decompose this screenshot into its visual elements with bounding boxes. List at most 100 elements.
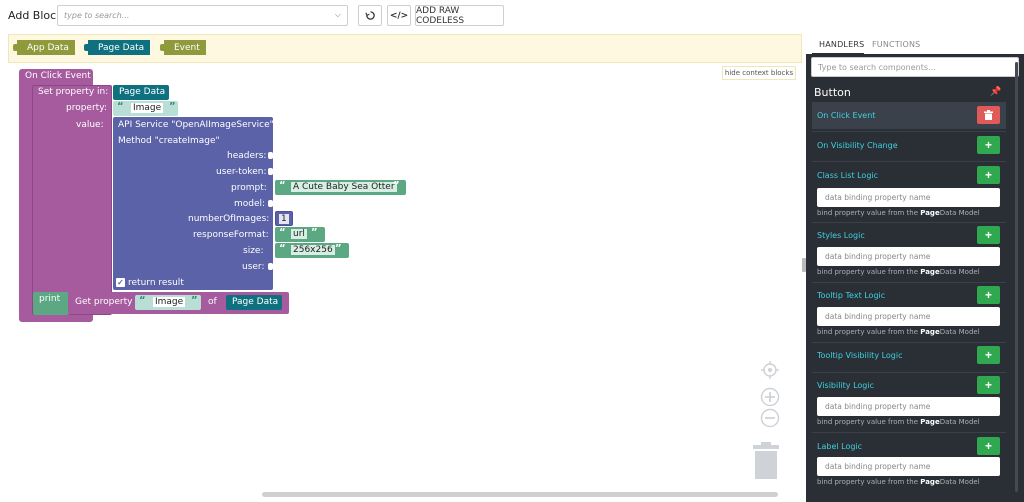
add-handler-button[interactable]: + [977,437,1000,455]
quote-open-icon: “ [279,180,286,191]
size-string-block[interactable]: “ 256x256 ” [275,243,349,258]
on-click-event-title: On Click Event [25,71,91,81]
number-of-images-block[interactable]: 1 [275,211,293,226]
get-property-value[interactable]: Image [153,297,186,307]
handler-class-list-logic[interactable]: Class List Logic [817,171,878,180]
handler-visibility-logic[interactable]: Visibility Logic [817,381,874,390]
set-property-label: Set property in: [38,87,109,97]
print-label: print [39,294,61,304]
class-list-binding-input[interactable]: data binding property name [817,188,1000,207]
hint-bold: Page [920,209,940,217]
property-string-block[interactable]: “ Image ” [113,101,178,116]
tooltip-text-binding-input[interactable]: data binding property name [817,307,1000,326]
hint-prefix: bind property value from the [817,209,921,217]
hint-bold: Page [920,418,940,426]
hint-suffix: Data Model [939,478,980,486]
horizontal-scrollbar[interactable] [262,492,778,497]
trash-icon[interactable] [752,442,780,480]
add-handler-button[interactable]: + [977,286,1000,304]
zoom-in-icon[interactable] [760,387,780,407]
context-block-app-data[interactable]: App Data [13,40,75,55]
trash-icon [984,110,993,120]
get-page-data-label: Page Data [232,297,279,307]
quote-open-icon: “ [117,101,124,112]
hint-prefix: bind property value from the [817,268,921,276]
number-of-images-label: numberOfImages: [188,214,270,224]
number-of-images-value[interactable]: 1 [279,214,289,224]
size-value[interactable]: 256x256 [291,245,335,255]
get-property-string-block[interactable]: “ Image ” [135,295,201,310]
user-socket[interactable] [268,263,273,270]
binding-hint: bind property value from the PageData Mo… [817,209,980,217]
add-handler-button[interactable]: + [977,166,1000,184]
divider [812,282,1006,283]
handler-label-logic[interactable]: Label Logic [817,442,862,451]
add-handler-button[interactable]: + [977,376,1000,394]
quote-open-icon: “ [279,243,286,254]
recenter-icon[interactable] [760,360,780,380]
component-search-input[interactable]: Type to search components... [811,57,1019,77]
add-handler-button[interactable]: + [977,226,1000,244]
quote-open-icon: “ [139,295,146,306]
prompt-value[interactable]: A Cute Baby Sea Otter [291,182,397,192]
size-label: size: [243,246,264,256]
hint-suffix: Data Model [939,418,980,426]
add-handler-button[interactable]: + [977,136,1000,154]
handler-on-visibility-change[interactable]: On Visibility Change [817,141,898,150]
of-label: of [208,297,217,307]
prompt-string-block[interactable]: “ A Cute Baby Sea Otter ” [275,180,406,195]
property-label: property: [66,103,107,113]
property-value[interactable]: Image [131,103,164,113]
history-icon [364,11,375,20]
handler-tooltip-visibility-logic[interactable]: Tooltip Visibility Logic [817,351,903,360]
handler-on-click-event[interactable]: On Click Event [817,111,875,120]
context-block-page-data[interactable]: Page Data [84,40,151,55]
context-block-event[interactable]: Event [160,40,206,55]
binding-placeholder: data binding property name [825,462,931,471]
add-handler-button[interactable]: + [977,346,1000,364]
api-service-label: API Service "OpenAIImageService" [118,120,274,130]
headers-label: headers: [227,151,267,161]
handler-styles-logic[interactable]: Styles Logic [817,231,865,240]
quote-close-icon: ” [335,243,342,254]
get-page-data-block[interactable]: Page Data [226,295,282,310]
delete-handler-button[interactable] [977,106,1000,124]
history-button[interactable] [358,5,382,26]
value-label: value: [76,120,104,130]
component-title: Button [814,86,851,99]
zoom-out-icon[interactable] [760,408,780,428]
quote-close-icon: ” [191,295,198,306]
quote-open-icon: “ [279,227,286,238]
hint-bold: Page [920,328,940,336]
context-block-label: App Data [27,42,69,53]
model-socket[interactable] [268,200,273,207]
user-token-socket[interactable] [268,168,273,175]
label-binding-input[interactable]: data binding property name [817,457,1000,476]
code-view-button[interactable]: </> [387,5,411,26]
add-raw-codeless-button[interactable]: ADD RAW CODELESS [415,5,504,26]
method-label: Method "createImage" [118,136,220,146]
sidebar-scrollbar[interactable] [1015,62,1018,492]
handler-tooltip-text-logic[interactable]: Tooltip Text Logic [817,291,885,300]
tab-functions[interactable]: FUNCTIONS [872,40,920,49]
chevron-down-icon[interactable]: ⌵ [335,10,341,20]
divider [812,372,1006,373]
hide-context-blocks-button[interactable]: hide context blocks [722,66,796,80]
divider [812,342,1006,343]
user-label: user: [242,262,265,272]
prompt-label: prompt: [231,183,267,193]
return-result-checkbox[interactable]: ✓ [116,278,125,287]
styles-binding-input[interactable]: data binding property name [817,247,1000,266]
pin-icon[interactable]: 📌 [990,86,1001,97]
hint-suffix: Data Model [939,209,980,217]
response-format-string-block[interactable]: “ url ” [275,227,325,242]
sidebar-tabs: HANDLERS FUNCTIONS [806,32,1024,54]
code-icon: </> [389,10,409,21]
block-search-input[interactable]: type to search... ⌵ [57,5,348,26]
hint-suffix: Data Model [939,268,980,276]
visibility-binding-input[interactable]: data binding property name [817,397,1000,416]
model-label: model: [234,199,266,209]
headers-socket[interactable] [268,152,273,159]
tab-handlers[interactable]: HANDLERS [819,40,864,49]
response-format-value[interactable]: url [291,229,307,239]
